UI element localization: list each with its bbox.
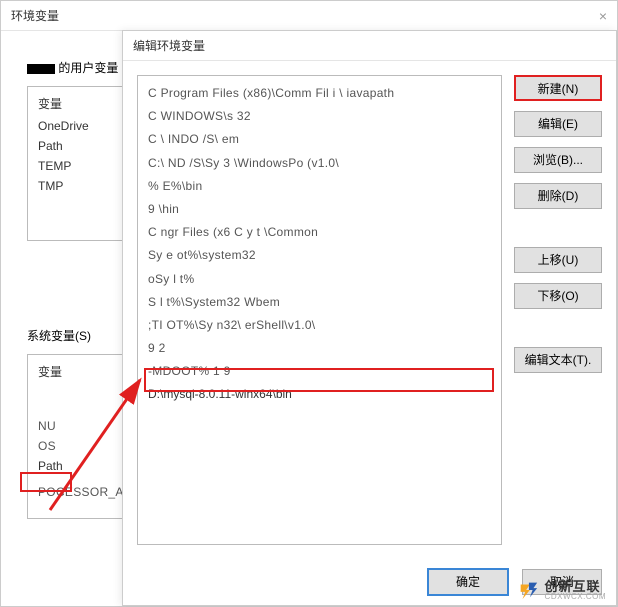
path-entry[interactable]: C:\ ND /S\Sy 3 \WindowsPo (v1.0\ — [142, 152, 497, 175]
watermark-icon — [517, 579, 539, 601]
new-button[interactable]: 新建(N) — [514, 75, 602, 101]
edit-button[interactable]: 编辑(E) — [514, 111, 602, 137]
delete-button[interactable]: 删除(D) — [514, 183, 602, 209]
path-entry[interactable]: ;TI OT%\Sy n32\ erShell\v1.0\ — [142, 314, 497, 337]
path-entry[interactable]: C \ INDO /S\ em — [142, 128, 497, 151]
path-entry[interactable]: oSy l t% — [142, 268, 497, 291]
path-entry[interactable]: 9 2 — [142, 337, 497, 360]
path-entry-highlighted[interactable]: D:\mysql-8.0.11-winx64\bin — [142, 383, 497, 406]
ok-button[interactable]: 确定 — [428, 569, 508, 595]
path-entry[interactable]: Sy e ot%\system32 — [142, 244, 497, 267]
path-entry[interactable]: C WINDOWS\s 32 — [142, 105, 497, 128]
button-column: 新建(N) 编辑(E) 浏览(B)... 删除(D) 上移(U) 下移(O) 编… — [514, 75, 602, 557]
inner-body: C Program Files (x86)\Comm Fil i \ iavap… — [123, 61, 616, 605]
path-entry[interactable]: S l t%\System32 Wbem — [142, 291, 497, 314]
path-list[interactable]: C Program Files (x86)\Comm Fil i \ iavap… — [137, 75, 502, 545]
outer-titlebar: 环境变量 × — [1, 1, 617, 31]
close-icon[interactable]: × — [599, 1, 607, 30]
path-entry[interactable]: -MDOOT% 1 9 — [142, 360, 497, 383]
watermark: 创新互联 CDXWCX.COM — [517, 579, 606, 601]
watermark-text: 创新互联 — [545, 580, 606, 593]
browse-button[interactable]: 浏览(B)... — [514, 147, 602, 173]
path-entry[interactable]: C ngr Files (x6 C y t \Common — [142, 221, 497, 244]
path-entry[interactable]: % E%\bin — [142, 175, 497, 198]
inner-titlebar: 编辑环境变量 — [123, 31, 616, 61]
move-down-button[interactable]: 下移(O) — [514, 283, 602, 309]
move-up-button[interactable]: 上移(U) — [514, 247, 602, 273]
outer-title: 环境变量 — [11, 1, 59, 30]
inner-title: 编辑环境变量 — [133, 31, 205, 60]
path-entry[interactable]: C Program Files (x86)\Comm Fil i \ iavap… — [142, 82, 497, 105]
edit-text-button[interactable]: 编辑文本(T). — [514, 347, 602, 373]
edit-env-var-window: 编辑环境变量 C Program Files (x86)\Comm Fil i … — [122, 30, 617, 606]
watermark-subtext: CDXWCX.COM — [545, 593, 606, 601]
path-entry[interactable]: 9 \hin — [142, 198, 497, 221]
